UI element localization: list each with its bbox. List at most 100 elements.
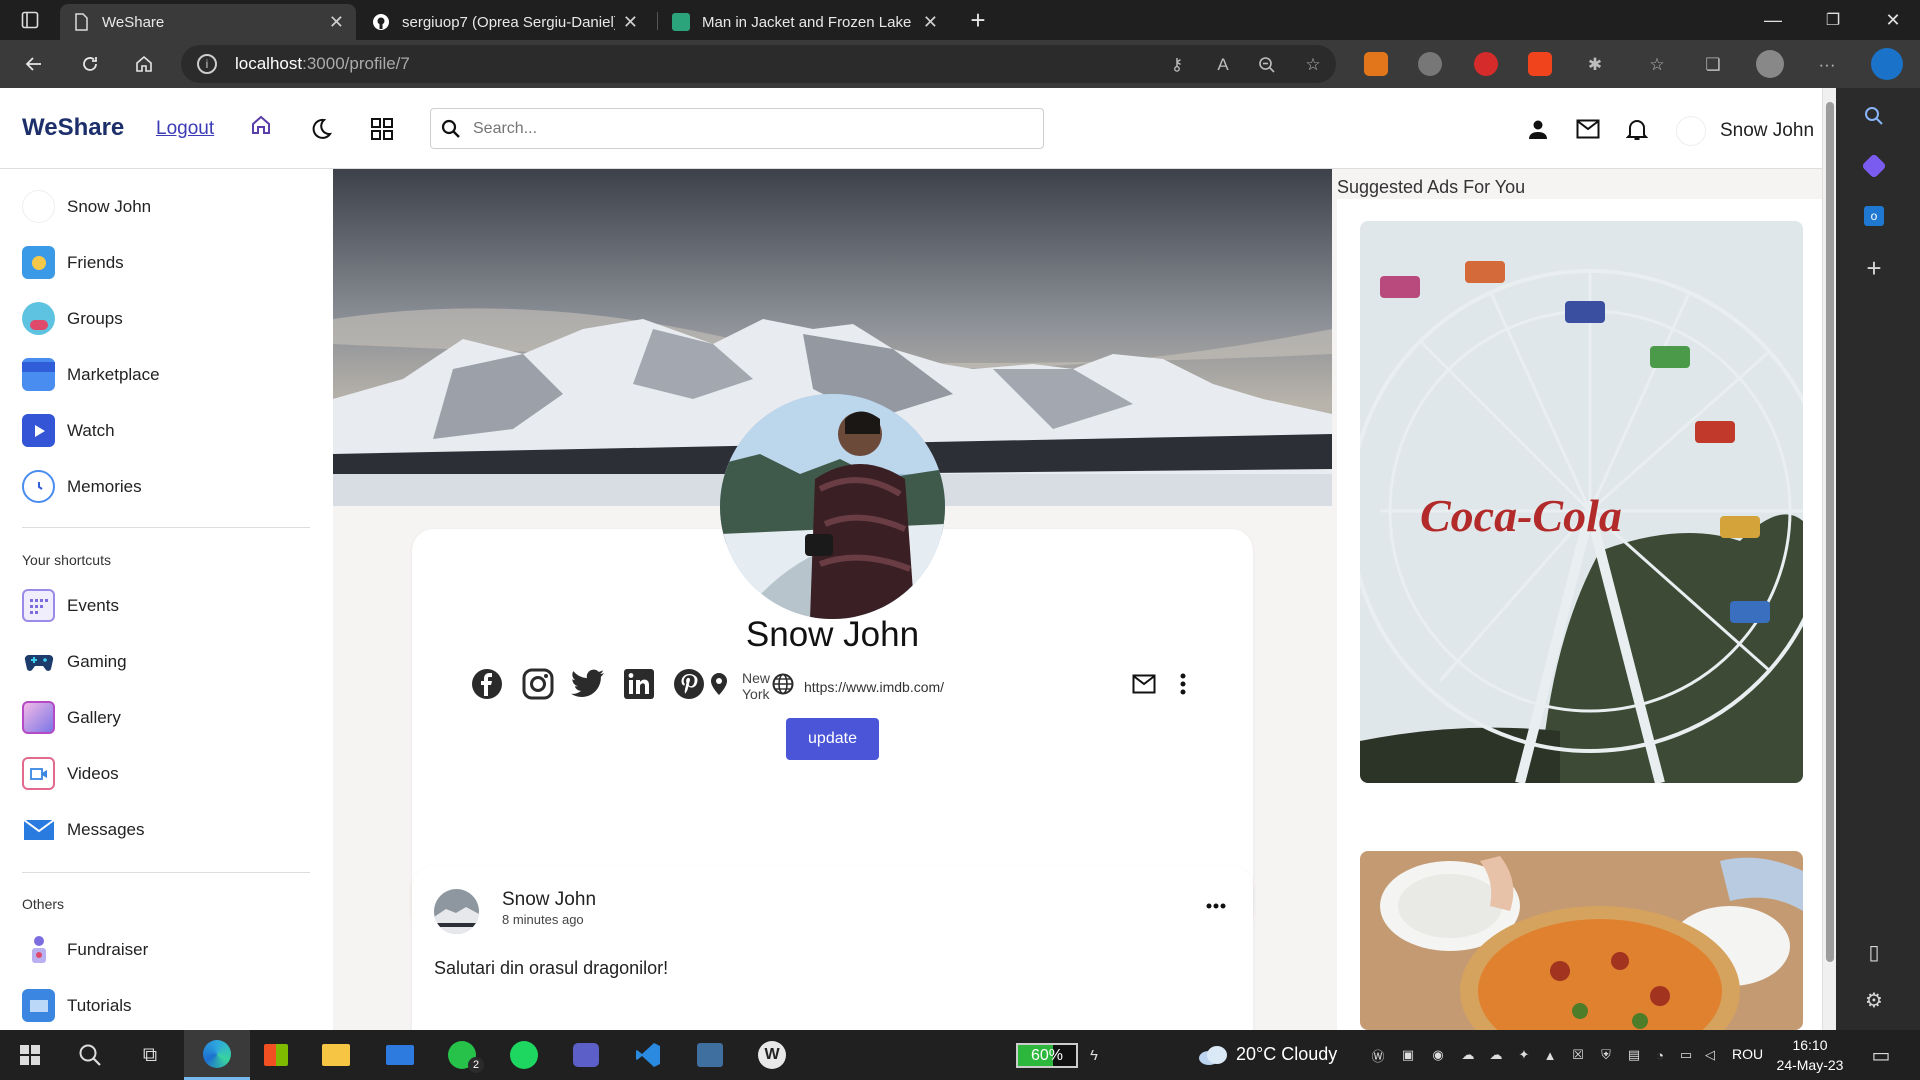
profile-avatar[interactable] (720, 394, 945, 619)
person-icon[interactable] (1524, 115, 1552, 143)
collections-icon[interactable]: ❏ (1700, 52, 1726, 78)
browser-tab-github[interactable]: sergiuop7 (Oprea Sergiu-Daniel) ✕ (360, 4, 650, 40)
new-tab-icon[interactable]: + (960, 2, 996, 38)
drive-tray-icon[interactable]: ▲ (1540, 1045, 1560, 1065)
profile-avatar-icon[interactable] (1756, 50, 1784, 78)
wamp-tray-icon[interactable]: Ⓦ (1368, 1045, 1388, 1065)
scrollbar-thumb[interactable] (1826, 102, 1834, 962)
extension-flame-icon[interactable] (1528, 52, 1552, 76)
whatsapp-icon[interactable]: 2 (446, 1039, 484, 1073)
back-icon[interactable] (16, 46, 52, 82)
microsoft-store-icon[interactable] (260, 1039, 292, 1071)
clock[interactable]: 16:10 24-May-23 (1770, 1035, 1850, 1075)
sidebar-item-friends[interactable]: Friends (22, 246, 124, 279)
input-language[interactable]: ROU (1732, 1046, 1763, 1062)
dark-mode-icon[interactable] (307, 115, 335, 143)
home-icon[interactable] (126, 46, 162, 82)
extension-red-icon[interactable] (1474, 52, 1498, 76)
more-menu-icon[interactable]: ··· (1814, 52, 1840, 78)
search-input[interactable] (473, 119, 1013, 138)
logout-link[interactable]: Logout (156, 118, 214, 140)
wamp-icon[interactable]: W (756, 1039, 788, 1071)
tab-actions-icon[interactable] (12, 2, 48, 38)
add-favorite-icon[interactable]: ☆ (1300, 52, 1326, 78)
extensions-puzzle-icon[interactable]: ✱ (1582, 52, 1608, 78)
post-author-avatar[interactable] (434, 889, 479, 934)
security-tray-icon[interactable]: ⛨ (1596, 1045, 1616, 1065)
browser-tab-weshare[interactable]: WeShare ✕ (60, 4, 356, 40)
read-aloud-icon[interactable]: A (1210, 52, 1236, 78)
discount-extension-icon[interactable] (1418, 52, 1442, 76)
sidebar-item-gallery[interactable]: Gallery (22, 701, 121, 734)
settings-gear-icon[interactable]: ⚙ (1860, 986, 1888, 1014)
search-icon[interactable] (1860, 102, 1888, 130)
profile-website[interactable]: https://www.imdb.com/ (804, 679, 944, 695)
sidebar-item-memories[interactable]: Memories (22, 470, 142, 503)
teams-tray-icon[interactable]: ✦ (1514, 1045, 1534, 1065)
outlook-icon[interactable]: o (1860, 202, 1888, 230)
more-vertical-icon[interactable] (1165, 666, 1201, 702)
apps-grid-icon[interactable] (368, 115, 396, 143)
close-window-icon[interactable]: ✕ (1865, 0, 1920, 40)
windows-start-icon[interactable] (14, 1039, 46, 1071)
sidebar-item-gaming[interactable]: Gaming (22, 645, 127, 678)
sidebar-item-marketplace[interactable]: Marketplace (22, 358, 160, 391)
address-bar[interactable]: i localhost:3000/profile/7 (181, 45, 1336, 83)
home-icon[interactable] (247, 111, 275, 139)
page-scrollbar[interactable] (1822, 88, 1836, 1030)
favorites-icon[interactable]: ☆ (1644, 52, 1670, 78)
sidebar-item-tutorials[interactable]: Tutorials (22, 989, 132, 1022)
sidebar-item-watch[interactable]: Watch (22, 414, 115, 447)
cloudy-weather-icon[interactable] (1196, 1045, 1230, 1065)
mail-app-icon[interactable] (384, 1039, 416, 1071)
sidebar-item-fundraiser[interactable]: Fundraiser (22, 933, 148, 966)
wifi-icon[interactable]: ◔ (1650, 1045, 1670, 1065)
copilot-icon[interactable] (1860, 152, 1888, 180)
close-tab-icon[interactable]: ✕ (329, 12, 344, 33)
task-view-icon[interactable]: ⧉ (134, 1039, 166, 1071)
sidebar-item-videos[interactable]: Videos (22, 757, 119, 790)
close-tab-icon[interactable]: ✕ (623, 12, 638, 33)
nvidia-tray-icon[interactable]: ▣ (1398, 1045, 1418, 1065)
bing-chat-icon[interactable] (1871, 48, 1903, 80)
onedrive-tray-icon[interactable]: ☁ (1458, 1045, 1478, 1065)
instagram-icon[interactable] (520, 666, 556, 702)
focus-tray-icon[interactable]: ☒ (1568, 1045, 1588, 1065)
post-more-icon[interactable] (1198, 888, 1234, 924)
discord-tray-icon[interactable]: ◉ (1428, 1045, 1448, 1065)
sidebar-item-messages[interactable]: Messages (22, 813, 144, 846)
add-sidebar-app-icon[interactable]: + (1860, 253, 1888, 283)
sidebar-item-profile[interactable]: Snow John (22, 190, 151, 223)
notification-center-icon[interactable]: ▭ (1868, 1042, 1894, 1068)
notifications-bell-icon[interactable] (1623, 115, 1651, 143)
post-author-name[interactable]: Snow John (502, 889, 596, 911)
minimize-icon[interactable]: — (1745, 0, 1801, 40)
mail-icon[interactable] (1574, 115, 1602, 143)
vscode-icon[interactable] (632, 1039, 664, 1071)
weather-text[interactable]: 20°C Cloudy (1236, 1044, 1337, 1065)
hide-sidebar-icon[interactable]: ▯ (1860, 938, 1888, 966)
volume-icon[interactable]: ◁ (1700, 1045, 1720, 1065)
sidebar-item-events[interactable]: Events (22, 589, 119, 622)
linkedin-icon[interactable] (621, 666, 657, 702)
file-explorer-icon[interactable] (320, 1039, 352, 1071)
ad-image-ferris-wheel[interactable]: Coca-Cola (1360, 221, 1803, 783)
twitter-icon[interactable] (570, 666, 606, 702)
site-info-icon[interactable]: i (197, 54, 217, 74)
password-key-icon[interactable]: ⚷ (1164, 52, 1190, 78)
update-button[interactable]: update (786, 718, 879, 760)
meet-now-tray-icon[interactable]: ▤ (1624, 1045, 1644, 1065)
spotify-icon[interactable] (508, 1039, 540, 1071)
close-tab-icon[interactable]: ✕ (923, 12, 938, 33)
teams-icon[interactable] (570, 1039, 602, 1071)
facebook-icon[interactable] (469, 666, 505, 702)
brand-logo[interactable]: WeShare (22, 114, 124, 142)
sidebar-item-groups[interactable]: Groups (22, 302, 123, 335)
browser-tab-pexels[interactable]: Man in Jacket and Frozen Lake ar ✕ (660, 4, 950, 40)
refresh-icon[interactable] (72, 46, 108, 82)
metamask-extension-icon[interactable] (1364, 52, 1388, 76)
edge-taskbar-icon[interactable] (184, 1030, 250, 1080)
cloud-tray-icon[interactable]: ☁ (1486, 1045, 1506, 1065)
pinterest-icon[interactable] (671, 666, 707, 702)
battery-tray-icon[interactable]: ▭ (1676, 1045, 1696, 1065)
